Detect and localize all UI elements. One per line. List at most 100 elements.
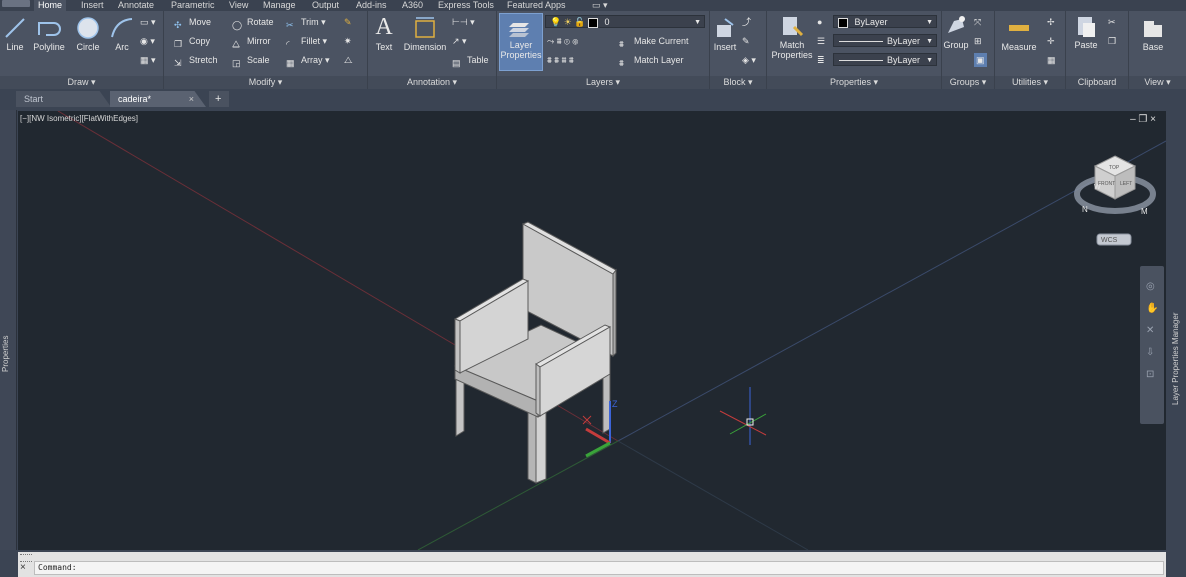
polyline-button[interactable]: Polyline bbox=[32, 17, 66, 52]
move-button[interactable]: ✣ Move bbox=[174, 15, 211, 30]
annotation-panel-title[interactable]: Annotation ▾ bbox=[368, 76, 496, 89]
tab-annotate[interactable]: Annotate bbox=[114, 0, 158, 11]
layer-color-swatch bbox=[587, 17, 598, 28]
text-icon: A bbox=[375, 14, 393, 40]
tab-manage[interactable]: Manage bbox=[259, 0, 300, 11]
tab-insert[interactable]: Insert bbox=[77, 0, 108, 11]
erase-icon[interactable]: ✎ bbox=[344, 15, 352, 29]
text-button[interactable]: A Text bbox=[372, 15, 396, 52]
make-current-button[interactable]: ⩩ Make Current bbox=[619, 34, 689, 49]
insert-button[interactable]: Insert bbox=[712, 17, 738, 52]
layer-properties-manager-palette[interactable]: ◎ ✋ ✕ ⇩ ⊡ bbox=[1140, 266, 1164, 424]
rotate-button[interactable]: ◯ Rotate bbox=[232, 15, 274, 30]
right-palette-strip[interactable]: Layer Properties Manager bbox=[1166, 111, 1186, 550]
layers-panel-title[interactable]: Layers ▾ bbox=[497, 76, 709, 89]
create-block-icon[interactable]: ⤴ bbox=[742, 15, 751, 29]
stretch-button[interactable]: ⇲ Stretch bbox=[174, 53, 218, 68]
tab-cadeira[interactable]: cadeira* × bbox=[110, 91, 206, 107]
calculator-icon[interactable]: ▦ bbox=[1047, 53, 1056, 67]
array-button[interactable]: ▦ Array ▾ bbox=[286, 53, 330, 68]
linetype-dropdown[interactable]: ByLayer ▼ bbox=[833, 34, 937, 47]
modify-panel-title[interactable]: Modify ▾ bbox=[164, 76, 367, 89]
clipboard-panel: Paste ✂ ❐ Clipboard bbox=[1066, 11, 1129, 89]
ungroup-icon[interactable]: ⤧ bbox=[974, 15, 981, 29]
clipboard-panel-title[interactable]: Clipboard bbox=[1066, 76, 1128, 89]
tab-parametric[interactable]: Parametric bbox=[167, 0, 219, 11]
properties-palette-strip[interactable]: Properties bbox=[0, 110, 17, 550]
dimension-button[interactable]: Dimension bbox=[402, 15, 448, 52]
fillet-button[interactable]: ◜ Fillet ▾ bbox=[286, 34, 327, 49]
group-edit-icon[interactable]: ⊞ bbox=[974, 34, 982, 48]
tab-home[interactable]: Home bbox=[34, 0, 67, 11]
explode-icon[interactable]: ✷ bbox=[344, 34, 352, 48]
groups-panel-title[interactable]: Groups ▾ bbox=[942, 76, 994, 89]
quick-select-icon[interactable]: ✢ bbox=[1047, 15, 1055, 29]
leader-icon[interactable]: ⊢⊣ ▾ bbox=[452, 15, 475, 29]
paste-button[interactable]: Paste bbox=[1072, 15, 1100, 50]
group-button[interactable]: Group bbox=[942, 15, 970, 50]
command-line-grip[interactable] bbox=[20, 554, 32, 562]
command-input[interactable]: Command: bbox=[34, 561, 1164, 575]
block-attribute-icon[interactable]: ◈ ▾ bbox=[742, 53, 756, 67]
tab-featured-apps[interactable]: Featured Apps bbox=[503, 0, 570, 11]
tab-express-tools[interactable]: Express Tools bbox=[434, 0, 498, 11]
copy-button[interactable]: ❐ Copy bbox=[174, 34, 210, 49]
trim-button[interactable]: ✂ Trim ▾ bbox=[286, 15, 326, 30]
chair-3d-model[interactable] bbox=[453, 221, 617, 484]
table-button[interactable]: ▤ Table bbox=[452, 53, 489, 68]
tab-start[interactable]: Start bbox=[16, 91, 111, 107]
hatch-tool-icon[interactable]: ▦ ▾ bbox=[140, 53, 156, 67]
match-layer-button[interactable]: ⩩ Match Layer bbox=[619, 53, 684, 68]
line-button[interactable]: Line bbox=[4, 17, 26, 52]
scale-button[interactable]: ◲ Scale bbox=[232, 53, 270, 68]
y-axis-guide-line bbox=[417, 440, 619, 550]
model-space-canvas[interactable]: Z TOP FRONT LEFT N W M WCS bbox=[18, 111, 1166, 550]
match-properties-button[interactable]: Match Properties bbox=[771, 15, 813, 60]
svg-text:WCS: WCS bbox=[1101, 237, 1118, 244]
draw-panel-title[interactable]: Draw ▾ bbox=[0, 76, 163, 89]
view-panel-title[interactable]: View ▾ bbox=[1129, 76, 1186, 89]
utilities-panel-title[interactable]: Utilities ▾ bbox=[995, 76, 1065, 89]
layer-tools-row1-icons[interactable]: ⤳ ⩩ ⊚ ⊛ bbox=[547, 34, 578, 48]
make-current-icon: ⩩ bbox=[619, 38, 624, 49]
tab-view[interactable]: View bbox=[225, 0, 252, 11]
new-tab-button[interactable]: + bbox=[209, 91, 229, 107]
rectangle-tool-icon[interactable]: ▭ ▾ bbox=[140, 15, 156, 29]
layer-tools-row2-icons[interactable]: ⩩ ⩩ ⩩ ⩩ bbox=[547, 53, 574, 67]
properties-panel-title[interactable]: Properties ▾ bbox=[767, 76, 941, 89]
viewport-window-controls[interactable]: – ❐ × bbox=[1130, 114, 1156, 125]
group-selection-icon[interactable]: ▣ bbox=[974, 53, 987, 67]
close-command-line-icon[interactable]: × bbox=[20, 562, 26, 573]
layer-properties-button[interactable]: Layer Properties bbox=[499, 13, 543, 71]
drawing-viewport[interactable]: Z TOP FRONT LEFT N W M WCS [−][NW Isomet… bbox=[18, 111, 1166, 550]
offset-icon[interactable]: ⧍ bbox=[344, 53, 352, 67]
edit-block-icon[interactable]: ✎ bbox=[742, 34, 750, 48]
move-icon: ✣ bbox=[174, 19, 182, 30]
ribbon: Line Polyline Circle Arc ▭ ▾ ◉ ▾ ▦ ▾ Dra… bbox=[0, 11, 1186, 90]
tab-output[interactable]: Output bbox=[308, 0, 343, 11]
viewcube[interactable]: TOP FRONT LEFT N W M bbox=[1074, 155, 1156, 216]
circle-button[interactable]: Circle bbox=[74, 17, 102, 52]
ellipse-tool-icon[interactable]: ◉ ▾ bbox=[140, 34, 155, 48]
arc-button[interactable]: Arc bbox=[108, 17, 136, 52]
application-menu-button[interactable] bbox=[2, 0, 30, 7]
tab-add-ins[interactable]: Add-ins bbox=[352, 0, 391, 11]
color-dropdown[interactable]: ByLayer ▼ bbox=[833, 15, 937, 28]
mirror-icon: ⧋ bbox=[232, 38, 241, 49]
lineweight-dropdown[interactable]: ByLayer ▼ bbox=[833, 53, 937, 66]
copy-clip-icon[interactable]: ❐ bbox=[1108, 34, 1116, 48]
layer-dropdown[interactable]: 💡 ☀ 🔓 0 ▼ bbox=[545, 15, 705, 28]
mirror-button[interactable]: ⧋ Mirror bbox=[232, 34, 271, 49]
block-panel-title[interactable]: Block ▾ bbox=[710, 76, 766, 89]
measure-button[interactable]: Measure bbox=[999, 17, 1039, 52]
workspace-toggle-icon[interactable]: ▭ ▾ bbox=[588, 0, 612, 11]
wcs-menu-button[interactable]: WCS bbox=[1096, 233, 1132, 246]
cut-icon[interactable]: ✂ bbox=[1108, 15, 1116, 29]
close-tab-icon[interactable]: × bbox=[189, 91, 194, 107]
palette-tool-icons[interactable]: ◎ ✋ ✕ ⇩ ⊡ bbox=[1146, 276, 1158, 386]
id-point-icon[interactable]: ✛ bbox=[1047, 34, 1055, 48]
viewport-controls-label[interactable]: [−][NW Isometric][FlatWithEdges] bbox=[20, 114, 138, 123]
multileader-icon[interactable]: ↗ ▾ bbox=[452, 34, 467, 48]
tab-a360[interactable]: A360 bbox=[398, 0, 427, 11]
base-button[interactable]: Base bbox=[1139, 17, 1167, 52]
